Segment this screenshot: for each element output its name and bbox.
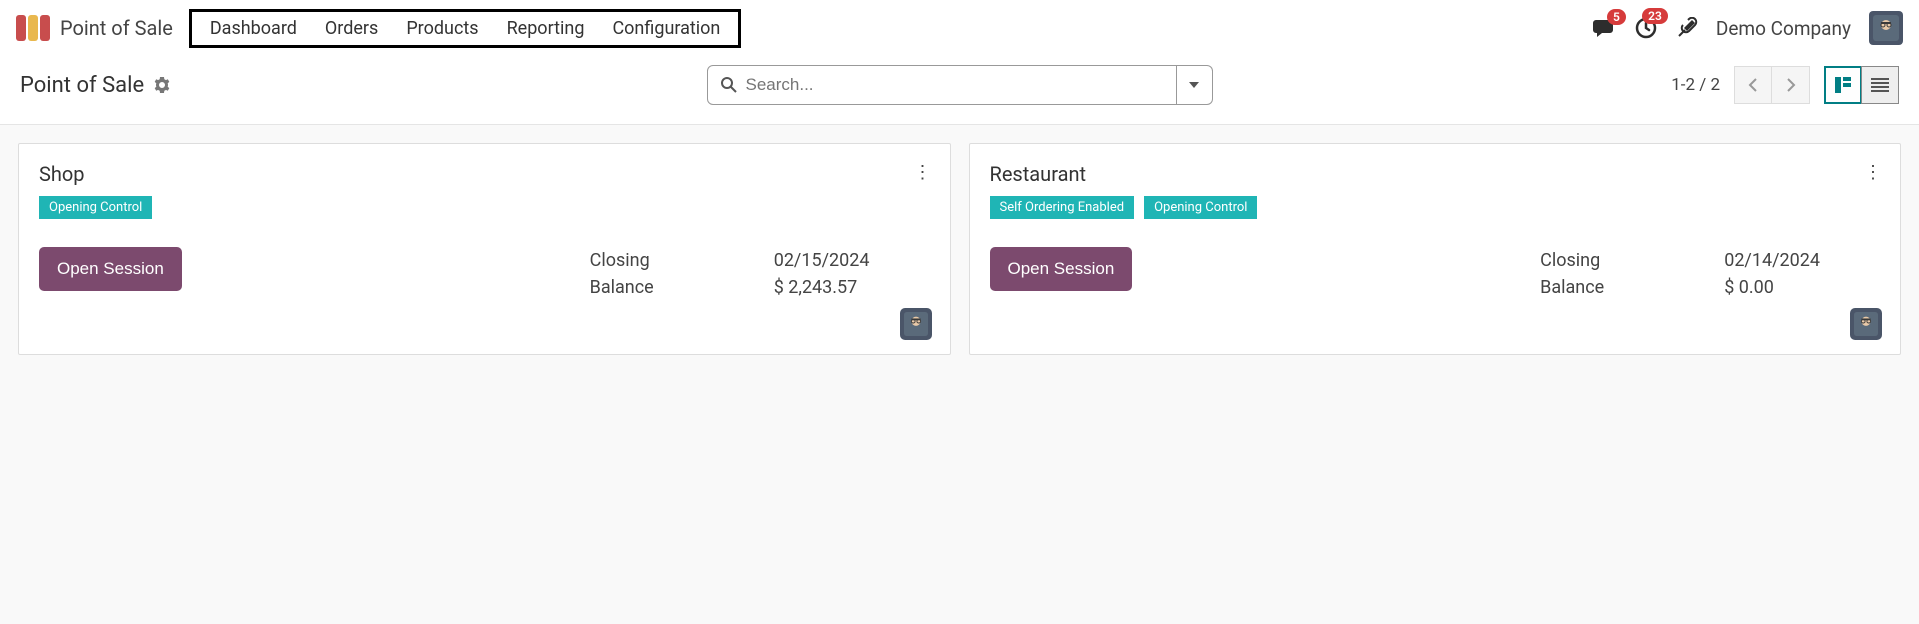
breadcrumb: Point of Sale (20, 73, 144, 98)
info-values: 02/15/2024 $ 2,243.57 (774, 247, 870, 301)
closing-value: 02/15/2024 (774, 247, 870, 274)
breadcrumb-wrap: Point of Sale (20, 73, 170, 98)
pager-prev-button[interactable] (1734, 66, 1772, 104)
nav-orders[interactable]: Orders (325, 18, 378, 39)
nav-products[interactable]: Products (406, 18, 478, 39)
pos-card-shop[interactable]: ⋮ Shop Opening Control Open Session Clos… (18, 143, 951, 355)
tools-icon[interactable] (1676, 17, 1698, 39)
balance-label: Balance (1540, 274, 1604, 301)
user-avatar[interactable] (1869, 11, 1903, 45)
activities-badge: 23 (1642, 8, 1668, 24)
nav-configuration[interactable]: Configuration (612, 18, 720, 39)
tag-opening-control: Opening Control (1144, 196, 1257, 219)
messages-icon[interactable]: 5 (1592, 17, 1616, 39)
closing-label: Closing (590, 247, 654, 274)
closing-value: 02/14/2024 (1724, 247, 1820, 274)
tag-opening-control: Opening Control (39, 196, 152, 219)
navbar: Point of Sale Dashboard Orders Products … (0, 0, 1919, 56)
messages-badge: 5 (1607, 9, 1626, 25)
pos-card-restaurant[interactable]: ⋮ Restaurant Self Ordering Enabled Openi… (969, 143, 1902, 355)
pager-text[interactable]: 1-2 / 2 (1671, 75, 1720, 95)
card-menu-button[interactable]: ⋮ (914, 162, 932, 183)
search-box[interactable] (707, 65, 1177, 105)
navbar-left: Point of Sale Dashboard Orders Products … (16, 9, 741, 48)
nav-menu-highlighted: Dashboard Orders Products Reporting Conf… (189, 9, 742, 48)
activities-icon[interactable]: 23 (1634, 16, 1658, 40)
company-name[interactable]: Demo Company (1716, 17, 1851, 40)
card-body: Open Session Closing Balance 02/15/2024 … (39, 247, 930, 301)
main-content: ⋮ Shop Opening Control Open Session Clos… (0, 124, 1919, 624)
closing-label: Closing (1540, 247, 1604, 274)
kanban-view-button[interactable] (1824, 66, 1862, 104)
control-panel: Point of Sale 1-2 / 2 (0, 56, 1919, 124)
info-labels: Closing Balance (590, 247, 654, 301)
tag-self-ordering: Self Ordering Enabled (990, 196, 1135, 219)
balance-label: Balance (590, 274, 654, 301)
balance-value: $ 2,243.57 (774, 274, 870, 301)
card-title: Restaurant (990, 162, 1881, 186)
navbar-right: 5 23 Demo Company (1592, 11, 1903, 45)
right-controls: 1-2 / 2 (1671, 66, 1899, 104)
card-tags: Self Ordering Enabled Opening Control (990, 196, 1881, 219)
card-body: Open Session Closing Balance 02/14/2024 … (990, 247, 1881, 301)
list-icon (1871, 78, 1889, 92)
nav-dashboard[interactable]: Dashboard (210, 18, 297, 39)
info-values: 02/14/2024 $ 0.00 (1724, 247, 1820, 301)
kanban-icon (1834, 76, 1852, 94)
search-icon (720, 76, 738, 94)
card-user-avatar[interactable] (900, 308, 932, 340)
nav-reporting[interactable]: Reporting (507, 18, 585, 39)
caret-down-icon (1189, 82, 1199, 88)
info-labels: Closing Balance (1540, 247, 1604, 301)
card-info: Closing Balance 02/15/2024 $ 2,243.57 (590, 247, 870, 301)
pager-next-button[interactable] (1772, 66, 1810, 104)
card-title: Shop (39, 162, 930, 186)
gear-icon[interactable] (154, 77, 170, 93)
view-buttons (1824, 66, 1899, 104)
list-view-button[interactable] (1861, 66, 1899, 104)
open-session-button[interactable]: Open Session (39, 247, 182, 291)
app-icon[interactable] (16, 14, 50, 42)
search-input[interactable] (746, 75, 1164, 95)
pager-buttons (1734, 66, 1810, 104)
chevron-left-icon (1748, 78, 1758, 92)
search-wrap (707, 65, 1213, 105)
card-user-avatar[interactable] (1850, 308, 1882, 340)
open-session-button[interactable]: Open Session (990, 247, 1133, 291)
chevron-right-icon (1786, 78, 1796, 92)
app-name: Point of Sale (60, 16, 173, 40)
card-info: Closing Balance 02/14/2024 $ 0.00 (1540, 247, 1820, 301)
balance-value: $ 0.00 (1724, 274, 1820, 301)
card-tags: Opening Control (39, 196, 930, 219)
search-dropdown[interactable] (1177, 65, 1213, 105)
card-menu-button[interactable]: ⋮ (1864, 162, 1882, 183)
